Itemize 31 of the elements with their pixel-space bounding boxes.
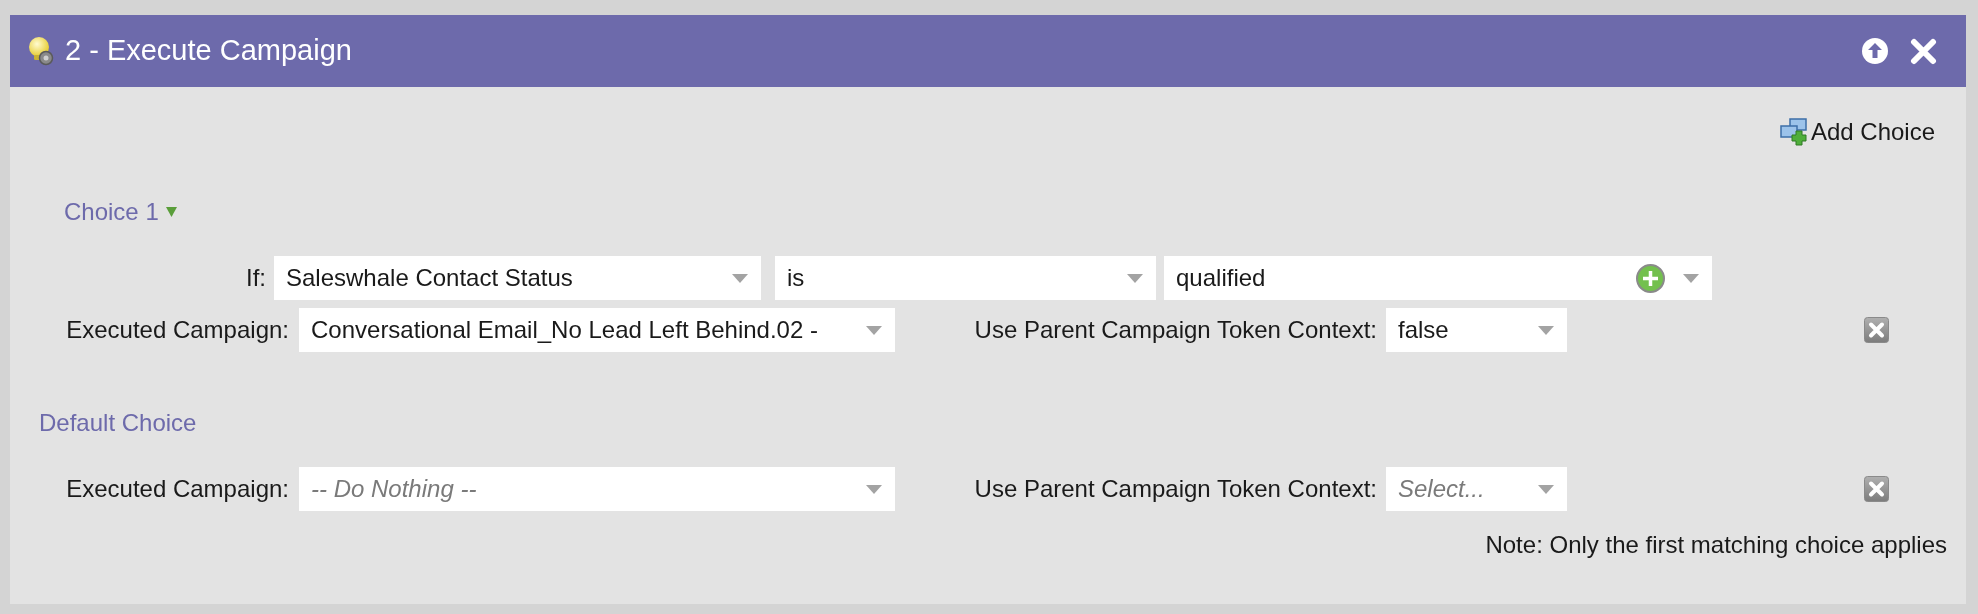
caret-icon: [866, 484, 882, 494]
field-label: If:: [246, 263, 266, 293]
close-icon[interactable]: [1910, 37, 1937, 65]
add-choice-link[interactable]: Add Choice: [1779, 118, 1935, 146]
caret-icon: [732, 273, 748, 283]
attribute-dropdown[interactable]: Saleswhale Contact Status: [274, 256, 761, 300]
token-context-dropdown[interactable]: false: [1386, 308, 1567, 352]
campaign-dropdown[interactable]: -- Do Nothing --: [299, 467, 895, 511]
caret-icon: [1683, 273, 1699, 283]
x-square-icon[interactable]: [1864, 317, 1889, 343]
field-label: Use Parent Campaign Token Context:: [974, 315, 1377, 345]
lightbulb-icon: [28, 36, 54, 66]
value-dropdown[interactable]: qualified: [1164, 256, 1712, 300]
campaign-dropdown[interactable]: Conversational Email_No Lead Left Behind.02 -: [299, 308, 895, 352]
x-square-icon[interactable]: [1864, 476, 1889, 502]
field-label: Use Parent Campaign Token Context:: [974, 474, 1377, 504]
caret-icon: [1127, 273, 1143, 283]
caret-icon: [866, 325, 882, 335]
field-label: Executed Campaign:: [66, 474, 289, 504]
caret-icon: [1538, 325, 1554, 335]
caret-icon: [1538, 484, 1554, 494]
choice-title: Choice 1: [64, 197, 159, 227]
section-title: Default Choice: [39, 408, 197, 438]
window-title: 2 - Execute Campaign: [65, 33, 352, 69]
operator-dropdown[interactable]: is: [775, 256, 1156, 300]
plus-icon[interactable]: [1636, 263, 1665, 293]
caret-icon[interactable]: [165, 207, 177, 217]
note-text: Note: Only the first matching choice applies: [1485, 530, 1947, 560]
field-label: Executed Campaign:: [66, 315, 289, 345]
add-windows-icon: [1779, 118, 1808, 146]
token-context-dropdown[interactable]: Select...: [1386, 467, 1567, 511]
